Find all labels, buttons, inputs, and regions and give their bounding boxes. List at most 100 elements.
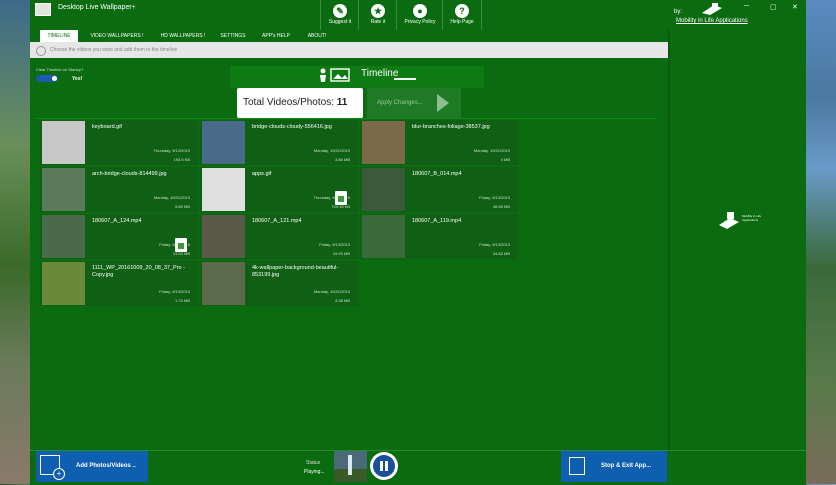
media-size: 46.56 MB — [492, 204, 510, 209]
total-label: Total Videos/Photos: — [243, 97, 334, 108]
tab-about[interactable]: ABOUT! — [302, 30, 332, 42]
pause-button[interactable] — [370, 452, 398, 480]
close-icon[interactable]: ✕ — [792, 3, 798, 11]
clear-timeline-label: Clear Timeline on Startup? — [36, 67, 84, 72]
media-name: 4k-wallpaper-background-beautiful-853199… — [252, 265, 339, 278]
media-item[interactable]: 180607_B_014.mp4 Friday, 9/13/2019 46.56 M… — [360, 167, 518, 212]
arrow-right-icon — [437, 94, 449, 112]
media-date: Friday, 9/13/2019 — [159, 289, 190, 294]
apply-changes-label: Apply Changes... — [377, 100, 423, 106]
tab-apps-help[interactable]: APP's HELP — [256, 30, 296, 42]
divider — [36, 118, 656, 119]
hint-text: Choose the videos you want and add them … — [50, 47, 178, 53]
resize-arrow-icon — [394, 78, 416, 80]
media-thumbnail — [362, 215, 405, 258]
total-count: 11 — [336, 97, 348, 108]
media-item[interactable]: 180607_A_121.mp4 Friday, 9/13/2019 19.93 M… — [200, 214, 358, 259]
clear-timeline-value: Yes! — [72, 76, 83, 82]
media-thumbnail — [202, 215, 245, 258]
media-item[interactable]: keyboard.gif Thursday, 9/12/2019 193.5 KB — [40, 120, 198, 165]
app-icon — [35, 3, 51, 16]
media-thumbnail — [42, 262, 85, 305]
minimize-icon[interactable]: ─ — [744, 3, 749, 10]
rate-button[interactable]: ★ Rate it — [358, 0, 397, 30]
timeline-header — [230, 66, 484, 88]
stop-exit-button[interactable]: Stop & Exit App... — [561, 451, 667, 482]
media-thumbnail — [362, 121, 405, 164]
file-type-icon — [335, 191, 347, 205]
total-label-wrap: Total Videos/Photos: 11 — [243, 97, 347, 108]
add-media-icon — [40, 455, 65, 480]
media-name: keyboard.gif — [92, 124, 122, 130]
info-icon — [36, 46, 46, 56]
apply-changes-button[interactable]: Apply Changes... — [367, 88, 461, 118]
media-date: Friday, 9/13/2019 — [319, 242, 350, 247]
media-thumbnail — [202, 121, 245, 164]
media-item[interactable]: blur-branches-foliage-38537.jpg Monday, 1… — [360, 120, 518, 165]
clear-timeline-toggle[interactable] — [36, 75, 58, 82]
media-size: 1.74 MB — [175, 298, 190, 303]
file-type-icon — [175, 238, 187, 252]
company-logo-icon — [702, 3, 722, 15]
star-icon: ★ — [371, 4, 385, 18]
side-logo-text: Mobility in Life Applications — [742, 214, 762, 222]
media-thumbnail — [202, 168, 245, 211]
suggest-button[interactable]: ✎ Suggest it — [320, 0, 359, 30]
media-name: bridge-clouds-cloudy-556416.jpg — [252, 124, 332, 130]
media-item[interactable]: apps.gif Thursday, 9/12/2019 749.16 KB — [200, 167, 358, 212]
media-size: 4 MB — [500, 157, 510, 162]
total-count-box: Total Videos/Photos: 11 — [237, 88, 363, 118]
media-date: Monday, 10/21/2019 — [153, 195, 190, 200]
tab-hd-wallpapers[interactable]: HD WALLPAPERS ! — [154, 30, 212, 42]
media-item[interactable]: 1111_WP_20161009_20_08_37_Pro - Copy.jpg… — [40, 261, 198, 306]
app-window: Desktop Live Wallpaper+ ✎ Suggest it ★ R… — [30, 0, 806, 485]
media-item[interactable]: 180607_A_124.mp4Friday, 9/13/201914.54 M… — [40, 214, 198, 259]
by-label: by: — [674, 9, 683, 15]
timeline-media-icon — [320, 68, 350, 82]
privacy-label: Privacy Policy — [404, 19, 436, 25]
media-item[interactable]: bridge-clouds-cloudy-556416.jpg Monday, 1… — [200, 120, 358, 165]
media-thumbnail — [42, 121, 85, 164]
media-name: apps.gif — [252, 171, 272, 177]
status-value: Playing... — [304, 469, 325, 475]
media-size: 34.82 MB — [492, 251, 510, 256]
media-item[interactable]: 4k-wallpaper-background-beautiful-853199… — [200, 261, 358, 306]
rate-label: Rate it — [370, 19, 386, 25]
tab-timeline[interactable]: TIMELINE — [40, 30, 78, 42]
maximize-icon[interactable]: ▢ — [770, 3, 777, 11]
media-thumbnail — [42, 215, 85, 258]
media-size: 193.5 KB — [173, 157, 190, 162]
media-date: Monday, 10/21/2019 — [313, 289, 350, 294]
chat-icon: ✎ — [333, 4, 347, 18]
media-date: Monday, 10/21/2019 — [473, 148, 510, 153]
privacy-policy-button[interactable]: ● Privacy Policy — [396, 0, 443, 30]
media-date: Friday, 9/13/2019 — [479, 195, 510, 200]
media-item[interactable]: 180607_A_119.mp4 Friday, 9/13/2019 34.82 M… — [360, 214, 518, 259]
pause-icon — [373, 455, 395, 477]
media-item[interactable]: arch-bridge-clouds-814499.jpg Monday, 10/… — [40, 167, 198, 212]
media-name: 1111_WP_20161009_20_08_37_Pro - Copy.jpg — [92, 265, 185, 278]
media-name: blur-branches-foliage-38537.jpg — [412, 124, 490, 130]
tab-video-wallpapers[interactable]: VIDEO WALLPAPERS ! — [84, 30, 150, 42]
timeline-title: Timeline — [361, 68, 399, 79]
help-page-button[interactable]: ? Help Page — [442, 0, 482, 30]
hint-bar: Choose the videos you want and add them … — [30, 42, 668, 58]
media-size: 4.38 MB — [335, 298, 350, 303]
add-photos-videos-button[interactable]: Add Photos/Videos .. — [36, 451, 148, 482]
status-label: Status — [306, 460, 321, 466]
panel-divider — [668, 30, 670, 450]
tab-settings[interactable]: SETTINGS — [216, 30, 250, 42]
media-date: Friday, 9/13/2019 — [479, 242, 510, 247]
now-playing-thumbnail — [334, 451, 367, 482]
media-thumbnail — [42, 168, 85, 211]
media-thumbnail — [362, 168, 405, 211]
media-name: 180607_A_124.mp4 — [92, 218, 142, 224]
side-logo-icon — [719, 212, 739, 229]
media-date: Monday, 10/21/2019 — [313, 148, 350, 153]
company-link[interactable]: Mobility in Life Applications — [676, 18, 748, 24]
desktop-background-left — [0, 0, 30, 484]
user-icon: ● — [413, 4, 427, 18]
exit-icon — [569, 457, 585, 475]
tab-bar: TIMELINE VIDEO WALLPAPERS ! HD WALLPAPER… — [30, 30, 668, 42]
media-name: 180607_B_014.mp4 — [412, 171, 462, 177]
